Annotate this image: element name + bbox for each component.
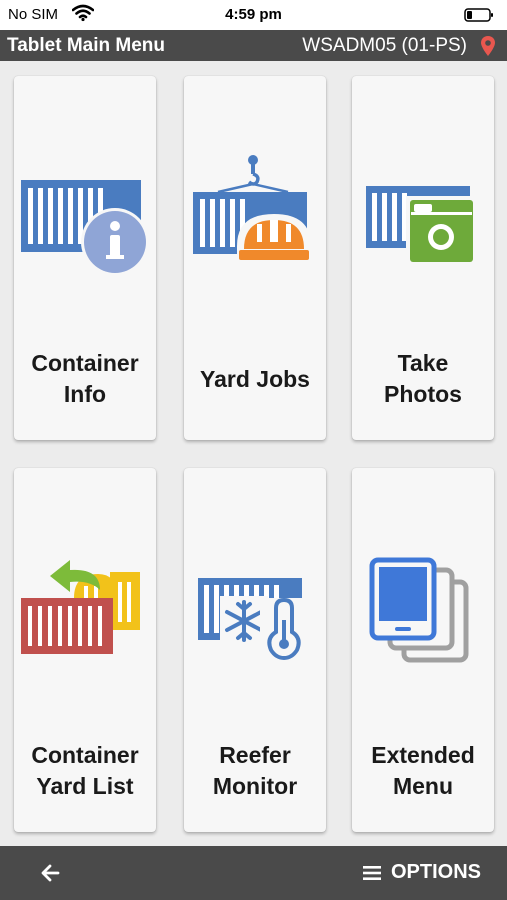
tile-take-photos[interactable]: Take Photos — [352, 76, 494, 440]
location-pin-icon[interactable] — [480, 35, 496, 57]
options-button[interactable]: OPTIONS — [362, 861, 481, 884]
tile-label-line1: Yard Jobs — [200, 365, 310, 392]
page-title: Tablet Main Menu — [7, 35, 165, 56]
tile-label-line2: Yard List — [36, 773, 134, 799]
bottom-bar: OPTIONS — [0, 846, 507, 900]
container-info-icon — [21, 180, 149, 274]
tile-container-info[interactable]: Container Info — [14, 76, 156, 440]
battery-icon — [464, 8, 493, 22]
tile-reefer-monitor[interactable]: Reefer Monitor — [184, 468, 326, 832]
tile-label: Container Info — [14, 334, 156, 424]
hamburger-icon — [362, 865, 381, 880]
tile-label-line1: Container — [31, 350, 139, 376]
title-bar: Tablet Main Menu WSADM05 (01-PS) — [0, 30, 507, 61]
tile-label-line1: Take — [397, 350, 449, 376]
container-yard-list-icon — [21, 560, 140, 654]
tile-label-line2: Menu — [392, 773, 454, 799]
tile-extended-menu[interactable]: Extended Menu — [352, 468, 494, 832]
status-bar: No SIM 4:59 pm — [0, 0, 507, 30]
options-label: OPTIONS — [390, 861, 481, 883]
tile-label: Reefer Monitor — [184, 726, 326, 816]
tile-yard-jobs[interactable]: Yard Jobs — [184, 76, 326, 440]
tile-label: Yard Jobs — [184, 334, 326, 424]
tile-label: Container Yard List — [14, 726, 156, 816]
tile-label-line2: Photos — [384, 381, 462, 407]
tile-label-line2: Monitor — [212, 773, 298, 799]
extended-menu-icon — [369, 557, 469, 663]
tile-label-line1: Reefer — [219, 742, 291, 768]
tile-label: Extended Menu — [352, 726, 494, 816]
device-label: WSADM05 (01-PS) — [302, 35, 467, 56]
back-arrow-icon[interactable] — [38, 860, 64, 886]
take-photos-icon — [366, 186, 478, 264]
reefer-monitor-icon — [198, 578, 306, 661]
tile-label-line1: Container — [31, 742, 139, 768]
clock: 4:59 pm — [225, 6, 282, 23]
tile-container-yard-list[interactable]: Container Yard List — [14, 468, 156, 832]
tile-label-line2: Info — [63, 381, 107, 407]
yard-jobs-icon — [193, 155, 311, 262]
tile-label: Take Photos — [352, 334, 494, 424]
tile-label-line1: Extended — [371, 742, 475, 768]
